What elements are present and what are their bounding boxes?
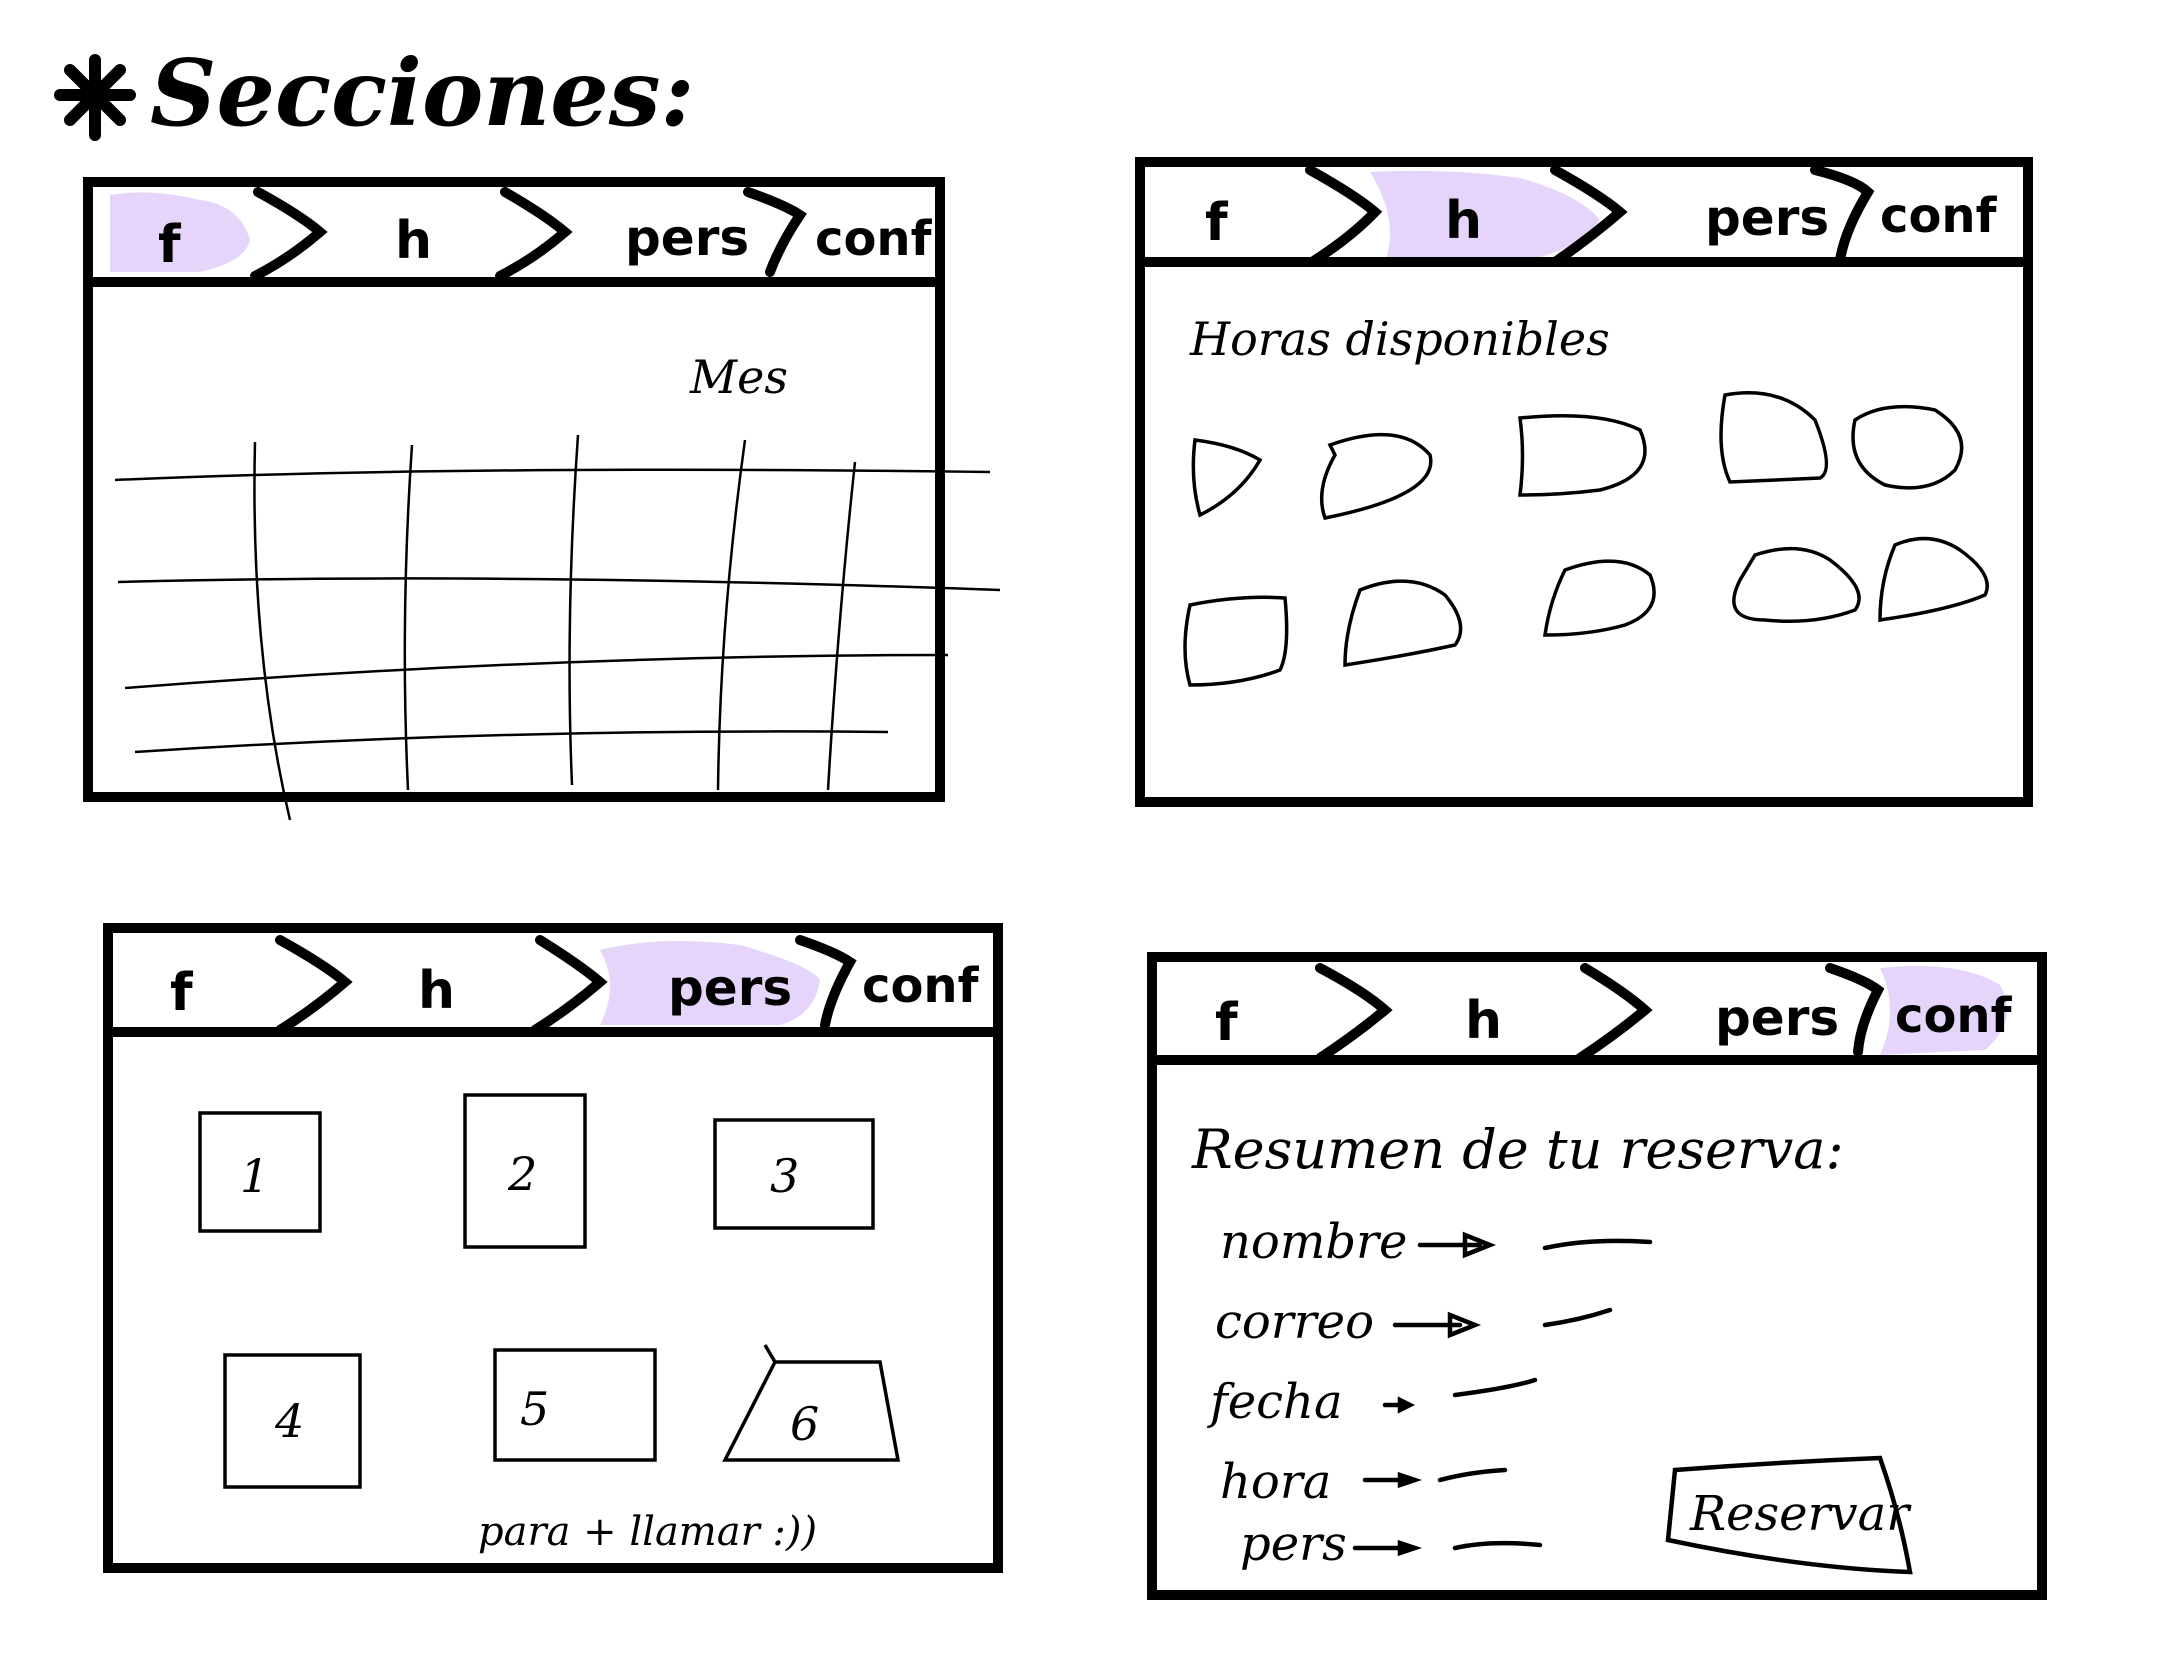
table-4-number: 4	[274, 1394, 304, 1448]
field-correo: correo	[1215, 1294, 1374, 1350]
tab-confirmacion[interactable]: conf	[1880, 188, 1998, 244]
value-placeholder	[1452, 1540, 1543, 1551]
tab-horas[interactable]: h	[418, 961, 455, 1021]
reservar-button-label: Reservar	[1689, 1486, 1912, 1542]
large-group-note: para + llamar :))	[478, 1509, 817, 1555]
time-slot[interactable]	[1319, 432, 1433, 521]
arrow-icon	[1362, 1471, 1423, 1489]
calendar-grid[interactable]	[114, 434, 1001, 821]
tab-fecha[interactable]: f	[170, 963, 194, 1023]
time-slot[interactable]	[1719, 391, 1829, 484]
page-title: Secciones:	[150, 39, 695, 147]
field-hora: hora	[1220, 1454, 1331, 1510]
field-fecha: fecha	[1207, 1374, 1343, 1430]
table-5-number: 5	[520, 1382, 549, 1436]
tab-personas[interactable]: pers	[1705, 189, 1829, 247]
time-slot[interactable]	[1732, 546, 1861, 623]
time-slot[interactable]	[1191, 438, 1263, 518]
tab-personas[interactable]: pers	[625, 209, 749, 267]
time-slot[interactable]	[1343, 579, 1463, 668]
tab-confirmacion[interactable]: conf	[862, 958, 980, 1014]
tab-personas[interactable]: pers	[1715, 989, 1839, 1047]
available-hours-heading: Horas disponibles	[1189, 312, 1610, 366]
panel-horas: f h pers conf Horas disponibles	[1135, 157, 2033, 807]
time-slot[interactable]	[1518, 414, 1647, 497]
arrow-icon	[1392, 1311, 1482, 1339]
tab-horas[interactable]: h	[1445, 191, 1482, 251]
value-placeholder	[1542, 1238, 1653, 1251]
panel-fecha: f h pers conf Mes	[83, 177, 1001, 821]
arrow-icon	[1352, 1539, 1423, 1557]
table-5[interactable]	[493, 1348, 657, 1462]
table-6-number: 6	[790, 1397, 819, 1451]
tab-horas[interactable]: h	[395, 211, 432, 271]
summary-heading: Resumen de tu reserva:	[1191, 1118, 1844, 1181]
wireframe-sketch: Secciones: f h pers conf Mes f h pers co…	[54, 39, 2047, 1600]
tab-fecha[interactable]: f	[1215, 993, 1239, 1053]
arrow-icon	[1382, 1396, 1416, 1414]
value-placeholder	[1437, 1467, 1508, 1483]
tab-fecha[interactable]: f	[1205, 193, 1229, 253]
field-nombre: nombre	[1220, 1214, 1407, 1270]
time-slot[interactable]	[1183, 595, 1289, 687]
tab-personas[interactable]: pers	[668, 959, 792, 1017]
time-slot[interactable]	[1542, 559, 1656, 637]
table-3-number: 3	[770, 1149, 799, 1203]
table-1-number: 1	[240, 1149, 269, 1203]
field-pers: pers	[1240, 1516, 1347, 1572]
table-2-number: 2	[507, 1147, 537, 1201]
value-placeholder	[1452, 1377, 1538, 1398]
tab-highlight	[1370, 170, 1600, 262]
panel-personas: f h pers conf 1 2 3 4 5 6 para + llamar …	[103, 923, 1003, 1573]
title-asterisk-icon	[54, 54, 136, 141]
time-slot[interactable]	[1851, 404, 1964, 490]
panel-confirmacion: f h pers conf Resumen de tu reserva: nom…	[1147, 952, 2047, 1600]
tab-fecha[interactable]: f	[158, 215, 182, 275]
time-slot[interactable]	[1878, 536, 1989, 623]
tab-horas[interactable]: h	[1465, 991, 1502, 1051]
value-placeholder	[1542, 1307, 1613, 1328]
tab-confirmacion[interactable]: conf	[815, 211, 933, 267]
arrow-icon	[1417, 1231, 1497, 1259]
month-label: Mes	[689, 350, 788, 404]
tab-confirmacion[interactable]: conf	[1895, 988, 2013, 1044]
